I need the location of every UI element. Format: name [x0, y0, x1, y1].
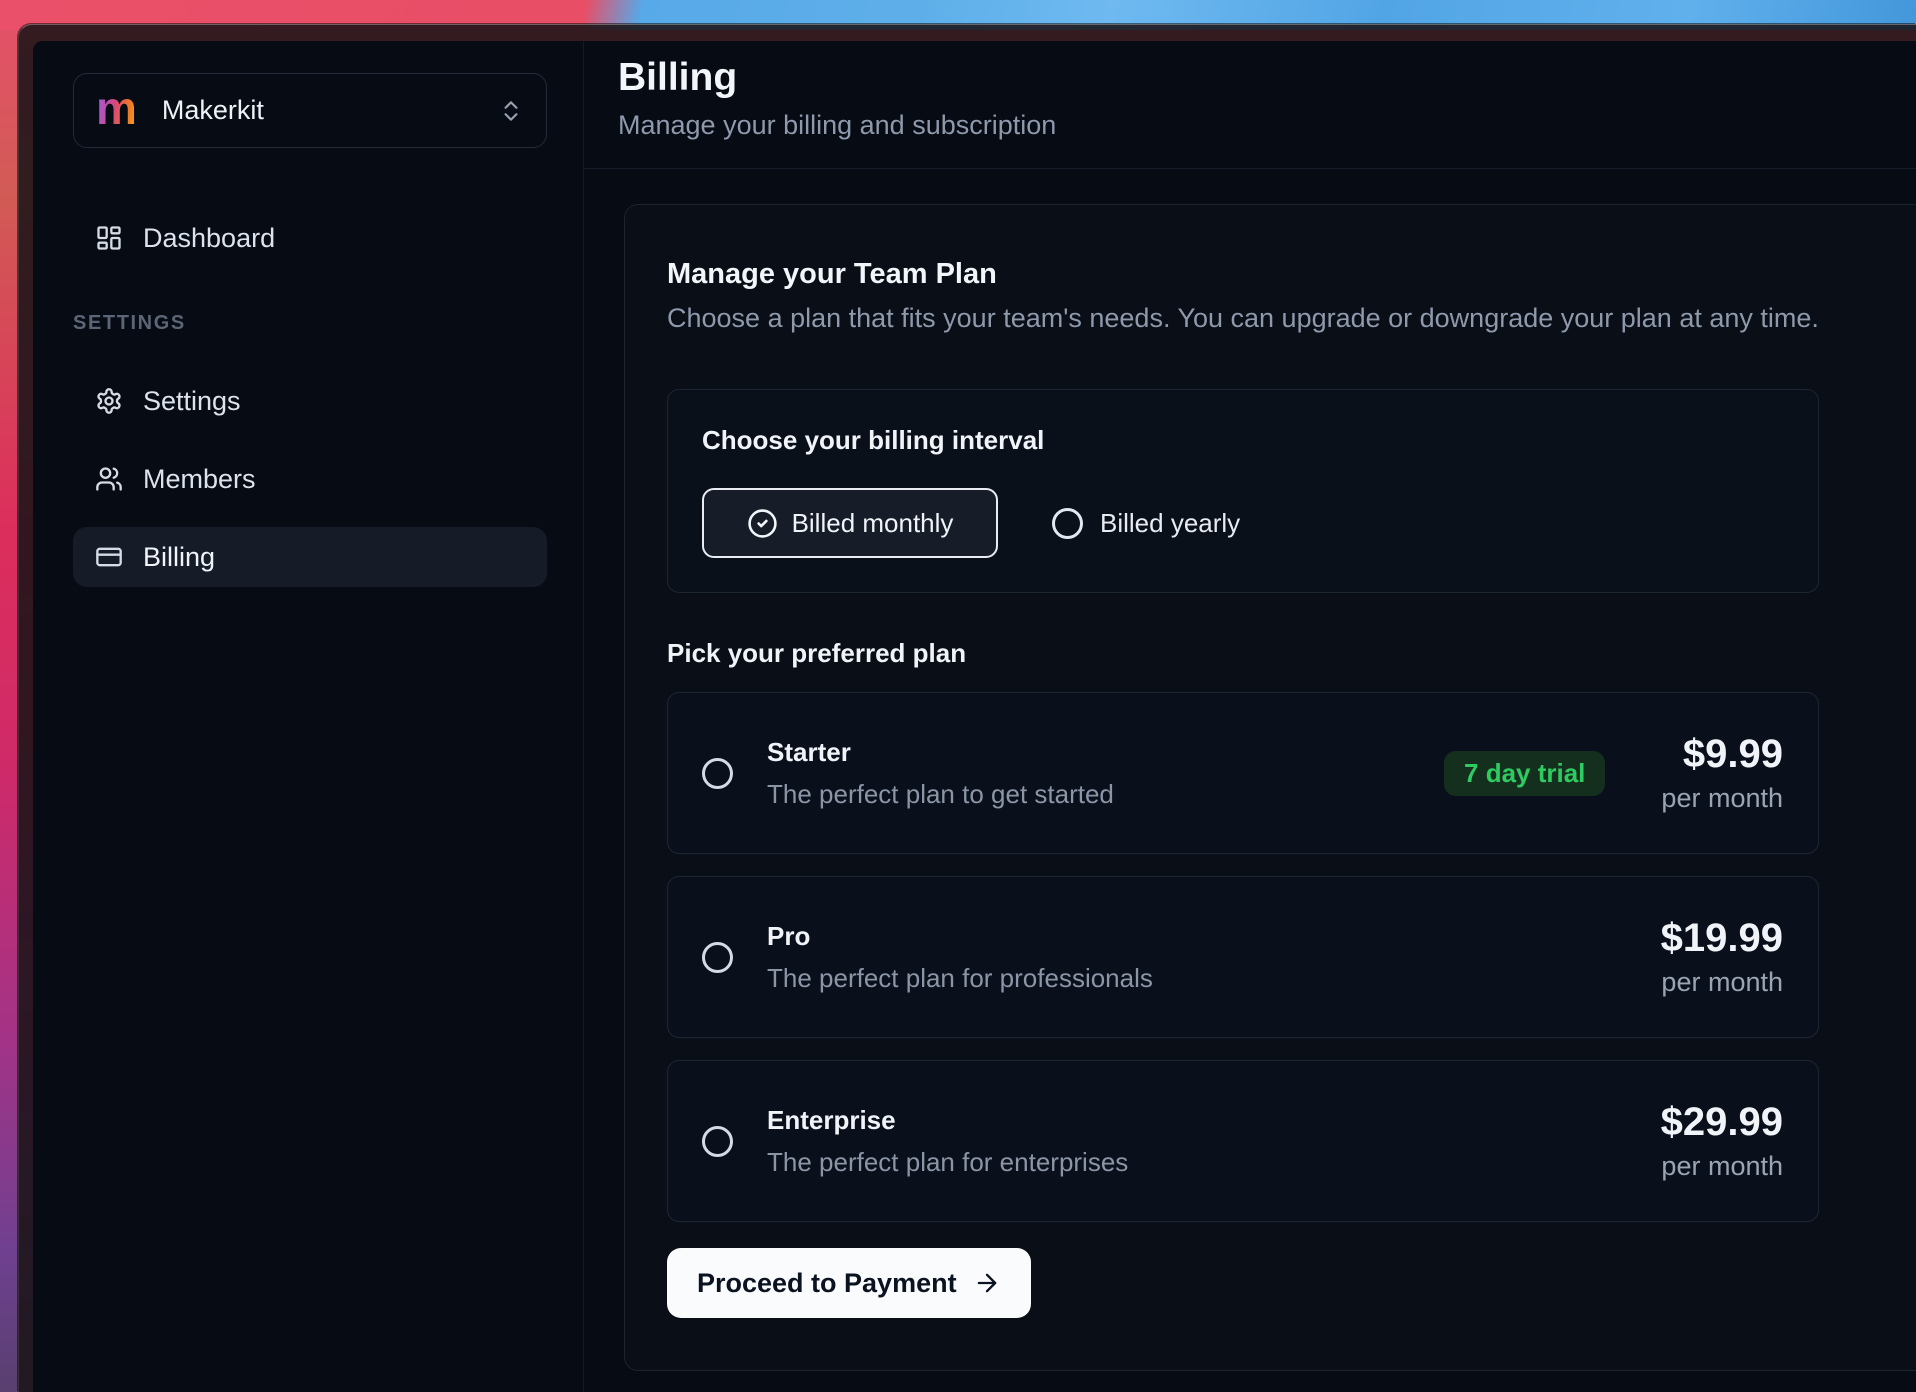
desktop-wallpaper: m Makerkit Dashboard SETTINGS — [0, 0, 1916, 1392]
sidebar-item-label: Settings — [143, 386, 241, 417]
sidebar-item-billing[interactable]: Billing — [73, 527, 547, 587]
plan-name: Pro — [767, 920, 1153, 952]
app-window: m Makerkit Dashboard SETTINGS — [18, 24, 1916, 1392]
billed-monthly-label: Billed monthly — [792, 508, 954, 539]
radio-icon — [1052, 508, 1083, 539]
price-block: $29.99 per month — [1661, 1100, 1783, 1182]
makerkit-logo: m — [96, 85, 137, 131]
check-circle-icon — [747, 508, 778, 539]
plan-description: The perfect plan for professionals — [767, 962, 1153, 994]
proceed-to-payment-button[interactable]: Proceed to Payment — [667, 1248, 1031, 1318]
team-name: Makerkit — [162, 95, 498, 126]
proceed-button-label: Proceed to Payment — [697, 1268, 957, 1299]
plan-row-starter[interactable]: Starter The perfect plan to get started … — [667, 692, 1819, 854]
price-block: $9.99 per month — [1661, 732, 1783, 814]
sidebar-item-settings[interactable]: Settings — [73, 371, 547, 431]
sidebar-item-label: Members — [143, 464, 256, 495]
pick-plan-label: Pick your preferred plan — [667, 637, 1916, 669]
plan-pricing: $19.99 per month — [1661, 916, 1783, 998]
sidebar-item-label: Dashboard — [143, 223, 275, 254]
card-description: Choose a plan that fits your team's need… — [667, 302, 1916, 334]
plan-period: per month — [1661, 1150, 1783, 1182]
chevrons-up-down-icon — [498, 98, 524, 124]
page-header: Billing Manage your billing and subscrip… — [584, 41, 1916, 169]
radio-icon[interactable] — [702, 1126, 733, 1157]
plan-pricing: 7 day trial $9.99 per month — [1444, 732, 1783, 814]
plan-period: per month — [1661, 782, 1783, 814]
sidebar-item-dashboard[interactable]: Dashboard — [73, 208, 547, 268]
billing-interval-options: Billed monthly Billed yearly — [702, 488, 1818, 558]
plan-row-pro[interactable]: Pro The perfect plan for professionals $… — [667, 876, 1819, 1038]
sidebar-section-label: SETTINGS — [73, 312, 547, 335]
billing-interval-box: Choose your billing interval Billed mont… — [667, 389, 1819, 593]
plan-price: $9.99 — [1661, 732, 1783, 776]
plan-pricing: $29.99 per month — [1661, 1100, 1783, 1182]
plan-price: $19.99 — [1661, 916, 1783, 960]
plan-text: Pro The perfect plan for professionals — [767, 920, 1153, 994]
dashboard-icon — [95, 224, 123, 252]
users-icon — [95, 465, 123, 493]
radio-icon[interactable] — [702, 942, 733, 973]
app-content: m Makerkit Dashboard SETTINGS — [33, 41, 1916, 1392]
team-selector[interactable]: m Makerkit — [73, 73, 547, 148]
plan-price: $29.99 — [1661, 1100, 1783, 1144]
card-title: Manage your Team Plan — [667, 256, 1916, 292]
plan-row-enterprise[interactable]: Enterprise The perfect plan for enterpri… — [667, 1060, 1819, 1222]
credit-card-icon — [95, 543, 123, 571]
sidebar-item-label: Billing — [143, 542, 215, 573]
gear-icon — [95, 387, 123, 415]
team-plan-card: Manage your Team Plan Choose a plan that… — [624, 204, 1916, 1371]
price-block: $19.99 per month — [1661, 916, 1783, 998]
billed-yearly-option[interactable]: Billed yearly — [1052, 508, 1240, 539]
page-title: Billing — [618, 55, 1916, 101]
arrow-right-icon — [973, 1269, 1001, 1297]
main-area: Billing Manage your billing and subscrip… — [584, 41, 1916, 1392]
page-content: Manage your Team Plan Choose a plan that… — [584, 169, 1916, 1371]
sidebar: m Makerkit Dashboard SETTINGS — [33, 41, 584, 1392]
plan-description: The perfect plan to get started — [767, 778, 1114, 810]
plan-text: Enterprise The perfect plan for enterpri… — [767, 1104, 1128, 1178]
page-subtitle: Manage your billing and subscription — [618, 110, 1916, 140]
plan-name: Enterprise — [767, 1104, 1128, 1136]
sidebar-item-members[interactable]: Members — [73, 449, 547, 509]
plan-period: per month — [1661, 966, 1783, 998]
billing-interval-label: Choose your billing interval — [702, 424, 1818, 456]
radio-icon[interactable] — [702, 758, 733, 789]
plan-name: Starter — [767, 736, 1114, 768]
trial-badge: 7 day trial — [1444, 751, 1605, 796]
plan-text: Starter The perfect plan to get started — [767, 736, 1114, 810]
billed-monthly-option[interactable]: Billed monthly — [702, 488, 998, 558]
sidebar-nav: Dashboard SETTINGS Settings Members — [73, 208, 547, 587]
plan-description: The perfect plan for enterprises — [767, 1146, 1128, 1178]
billed-yearly-label: Billed yearly — [1100, 508, 1240, 539]
